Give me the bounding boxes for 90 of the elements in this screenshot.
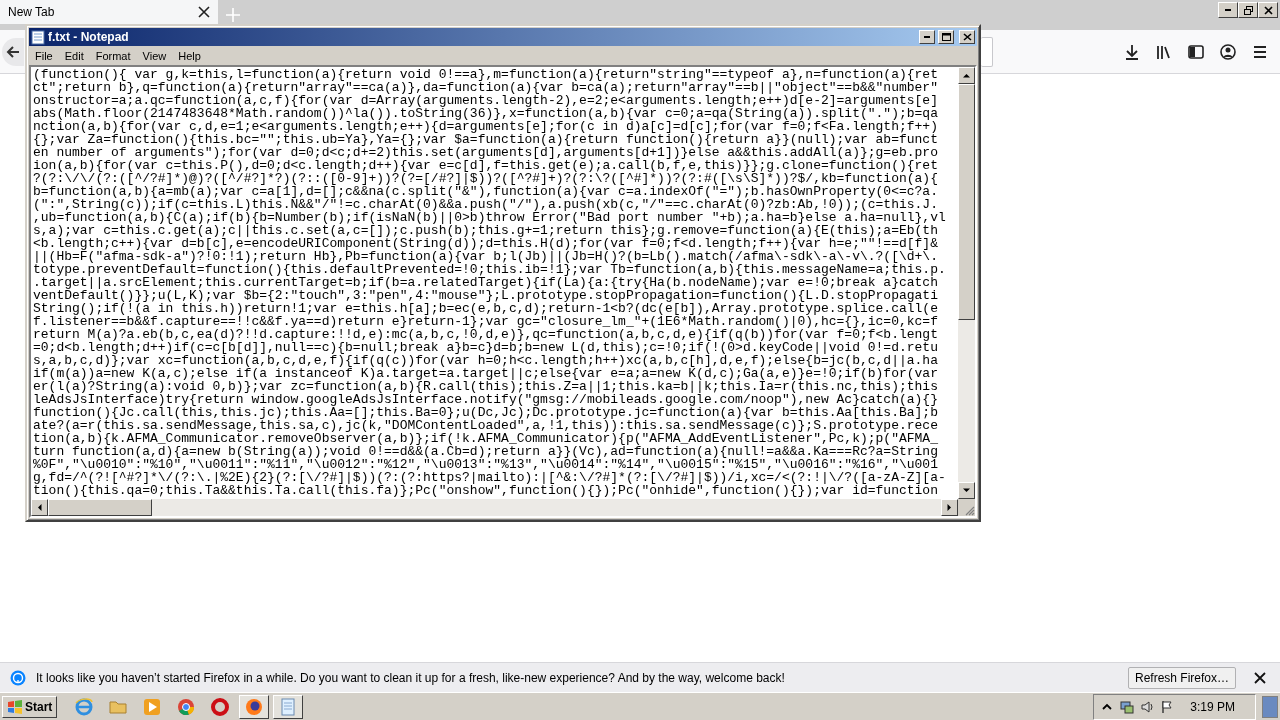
- menu-item[interactable]: Format: [89, 47, 137, 64]
- back-button[interactable]: [2, 37, 24, 66]
- code-line: totype.preventDefault=function(){this.defaultPrevented=!0;this.ib=!1};var Tb=function(a,b){this.messageName=a;this.p.: [33, 263, 947, 276]
- network-icon[interactable]: [1120, 699, 1135, 714]
- notepad-icon: [31, 29, 45, 45]
- scrollbar-thumb[interactable]: [958, 84, 975, 320]
- code-line: ion(a,b){for(var c=this.P(),d=0;d<c.length;d++){var e=c[d],f=this.get(e);a.call(b,f,e,this)}};g.clone=function(){ret: [33, 159, 939, 172]
- sidebar-icon: [1187, 42, 1205, 61]
- scroll-left-icon: [36, 504, 43, 511]
- account-icon: [1219, 42, 1237, 61]
- firefox-icon: [244, 696, 265, 717]
- info-icon: [10, 669, 26, 686]
- refresh-button[interactable]: Refresh Firefox…: [1127, 666, 1236, 689]
- code-line: b=function(a,b){a=mb(a);var c=a[1],d=[];c&&na(c.split("&"),function(a){var c=a.indexOf("=");b.hasOwnProperty(0<=c?a.: [33, 185, 939, 198]
- code-line: <b.length;c++){var d=b[c],e=encodeURIComponent(String(d));d=this.H(d);for(var f=0;f<d.length;f++){var h=e;""!==d[f]&: [33, 237, 939, 250]
- scroll-right-button[interactable]: [941, 499, 958, 516]
- show-desktop-button[interactable]: [1262, 695, 1278, 718]
- code-line: String();if(!(a in this.h))return!1;var e=this.h[a];b=ec(e,b,c,d);return-1<b?(dc(e[b]),Array.prototype.splice.call(e: [33, 302, 939, 315]
- maximize-button[interactable]: [938, 30, 954, 44]
- scroll-up-button[interactable]: [958, 67, 975, 84]
- code-line: %0F","\u0010":"%10","\u0011":"%11","\u0012":"%12","\u0013":"%13","\u0014":"%14","\u0015":"%15","\u0016":"%16","\u001: [33, 458, 939, 471]
- code-line: (":",String(c));if(c=this.L)this.N&&"/"!=c.charAt(0)&&a.push("/"),a.push(xb(c,"/"==c.charAt(0)?zb:Ab,!0));(c=this.J.: [33, 198, 938, 211]
- code-line: leAdsJsInterface)try{return window.googleAdsJsInterface.notify("gmsg://mobileads.google.com/noop"),new Ac}catch(a){}: [33, 393, 939, 406]
- code-line: en number of arguments");for(var d=0;d<c;d+=2)this.set(arguments[d],arguments[d+1])}else a&&this.addAll(a)};g=eb.pro: [33, 146, 939, 159]
- minimize-button[interactable]: [1218, 2, 1238, 18]
- code-line: er(l(a)?String(a):void 0,b)};var zc=function(a,b){R.call(this);this.Z=a||1;this.ka=b||k;this.Ia=r(this.nc,this);this: [33, 380, 939, 393]
- code-line: f.listener==b&&f.capture==!!c&&f.ya==d)return e}return-1};var gc="closure_lm_"+(1E6*Math.random()|0),hc={},ic=0,kc=f: [33, 315, 939, 328]
- menu-item[interactable]: View: [136, 47, 173, 64]
- code-line: tion(a,b){k.AFMA_Communicator.removeObserver(a,b)};if(!k.AFMA_Communicator){p("AFMA_AddEventListener",Pc,k);p("AFMA_: [33, 432, 939, 445]
- minimize-icon: [1225, 9, 1231, 11]
- code-line: return M(a)?a.eb(b,c,ea(d)?!!d.capture:!!d,e):mc(a,b,c,!0,d,e)},qc=function(a,b,c,d,e){if(q(b))for(var f=0;f<b.lengt: [33, 328, 939, 341]
- code-line: s,a);var c=this.c.get(a);c||this.c.set(a,c=[]);c.push(b);this.g+=1;return this};g.remove=function(a){E(this);a=Eb(th: [33, 224, 938, 237]
- scroll-down-button[interactable]: [958, 482, 975, 499]
- scroll-left-button[interactable]: [31, 499, 48, 516]
- notification-message: It looks like you haven’t started Firefox in a while. Do you want to clean it up for a fresh, like-new experience? And by the way, welcome back!: [36, 670, 786, 685]
- code-line: tion(){this.qa=0;this.Ta&&this.Ta.call(this.fa)};Pc("onshow",function(){});Pc("onhide",function(){});var id=function: [33, 484, 938, 497]
- code-line: nction(a,b){for(var c,d,e=1;e<arguments.length;e++){d=arguments[e];for(c in d)a[c]=d[c];for(var f=0;f<Fa.length;f++): [33, 120, 939, 133]
- menu-item[interactable]: Edit: [58, 47, 90, 64]
- code-line: ?(?:\/\/(?:([^/?#]*)@)?([^/#?]*?)(?::([0-9]+))?(?=[/#?]|$))?([^?#]+)?(?:\?([^#]*))?(?:#([\s\S]*))?$/,kb=function(a){: [33, 172, 939, 185]
- close-icon: [1262, 4, 1274, 16]
- menu-item[interactable]: Help: [172, 47, 207, 64]
- code-line: ate?(a=r(this.sa.sendMessage,this.sa,c),jc(k,"DOMContentLoaded",a,!1,this)):this.sa.sendMessage(c)};S.prototype.rece: [33, 419, 939, 432]
- restore-icon: [1242, 4, 1254, 16]
- media-player-icon: [142, 696, 163, 717]
- browser-e-icon: [74, 696, 95, 717]
- scroll-down-icon: [963, 487, 970, 494]
- code-line: onstructor=a;a.qc=function(a,c,f){for(var d=Array(arguments.length-2),e=2;e<arguments.length;e++)d[e-2]=arguments[e]: [33, 94, 939, 107]
- code-line: ct";return b},q=function(a){return"array"==ca(a)},da=function(a){var b=ca(a);return"array"==b||"object"==b&&"number": [33, 81, 939, 94]
- clock[interactable]: 3:19 PM: [1190, 699, 1235, 714]
- code-line: (function(){ var g,k=this,l=function(a){return void 0!==a},m=function(a){return"string"==typeof a},n=function(a){ret: [33, 68, 939, 81]
- minimize-button[interactable]: [919, 30, 935, 44]
- code-line: g,fd=/^(?![^#?]*\/(?:\.|%2E){2}(?:[\/?#]|$))(?:(?:https?|mailto):|[^&:\/?#]*(?:[\/?#]|$))/i,xc=/<(?:!|\/?([a-zA-Z][a-: [33, 471, 947, 484]
- start-button[interactable]: Start: [2, 695, 58, 718]
- code-line: ventDefault()}};u(L,K);var $b={2:"touch",3:"pen",4:"mouse"};L.prototype.stopPropagation=function(){L.D.stopPropagati: [33, 289, 939, 302]
- code-line: {};var Za=function(){this.bc="";this.ub=Ya},Ya={};var $a=function(a){return function(){return a}}(null);var ab=funct: [33, 133, 939, 146]
- resize-grip-icon[interactable]: [963, 504, 975, 516]
- browser-tab[interactable]: New Tab: [0, 0, 218, 24]
- code-line: function(){Jc.call(this,this.jc);this.Aa=[];this.Ba=0};u(Dc,Jc);Dc.prototype.jc=function(a){var b=this.Aa[this.Ba];b: [33, 406, 939, 419]
- code-line: s,a,b,c,d)};var xc=function(a,b,c,d,e,f){if(q(c))for(var h=0;h<c.length;h++)xc(a,b,c[h],d,e,f);else{b=jc(b,c,d||a.ha: [33, 354, 939, 367]
- scroll-right-icon: [946, 504, 953, 511]
- code-line: ,ub=function(a,b){C(a);if(b){b=Number(b);if(isNaN(b)||0>b)throw Error("Bad port number "+b);a.ha=b}else a.ha=null},vl: [33, 211, 947, 224]
- flag-icon[interactable]: [1160, 699, 1175, 714]
- close-icon: [1254, 671, 1266, 684]
- maximize-icon: [941, 33, 951, 41]
- ring-icon: [210, 696, 231, 717]
- code-line: abs(Math.floor(2147483648*Math.random())^la()).toString(36)},x=function(a,b){var c=0;a=qa(String(a)).split(".");b=qa: [33, 107, 939, 120]
- download-icon: [1123, 42, 1141, 61]
- code-line: ||(Hb=F("afma-sdk-a")?!0:!1);return Hb},Pb=function(a){var b;l(Jb)||(Jb=H()?(b=Lb().match(/afma\-sdk\-a\-v\.?([\d+\.: [33, 250, 938, 263]
- scrollbar-thumb[interactable]: [48, 499, 152, 516]
- restore-button[interactable]: [1238, 2, 1258, 18]
- close-button[interactable]: [1258, 2, 1278, 18]
- code-line: .target||a.srcElement;this.currentTarget=b;if(b=a.relatedTarget){if(La){a:{try{Ha(b.nodeName);var e=!0;break a}catch: [33, 276, 938, 289]
- address-field[interactable]: [981, 36, 993, 67]
- menu-item[interactable]: File: [29, 47, 59, 64]
- back-arrow-icon: [5, 43, 21, 60]
- taskbar-button[interactable]: [239, 694, 270, 719]
- window-title: f.txt - Notepad: [48, 30, 130, 44]
- taskbar-button[interactable]: [273, 694, 304, 719]
- windows-flag-icon: [7, 699, 23, 714]
- speaker-icon[interactable]: [1140, 699, 1155, 714]
- close-icon: [962, 33, 972, 41]
- scroll-up-icon: [963, 72, 970, 79]
- chrome-icon: [176, 696, 197, 717]
- text-area[interactable]: [29, 65, 977, 518]
- close-button[interactable]: [959, 30, 975, 44]
- close-icon[interactable]: [198, 6, 210, 18]
- code-line: if(m(a))a=new K(a,c);else if(a instanceof K)a.target=a.target||c;else{var e=a;a=new K(d,c);Ga(a,e)}e=!0;if(b)for(var: [33, 367, 939, 380]
- minimize-icon: [924, 36, 930, 38]
- code-line: turn function(a,d){a=new b(String(a));void 0!==d&&(a.Cb=d);return a}}(Vc),ad=function(a){null!=a&&a.Ka===Rc?a=String: [33, 445, 939, 458]
- code-line: =0;d<b.length;d++)if(c=c[b[d]],null==c){b=null;break a}b=c}d=b;b=new L(d,this);c=!0;if(!(0>d.keyCode||void 0!=d.retu: [33, 341, 939, 354]
